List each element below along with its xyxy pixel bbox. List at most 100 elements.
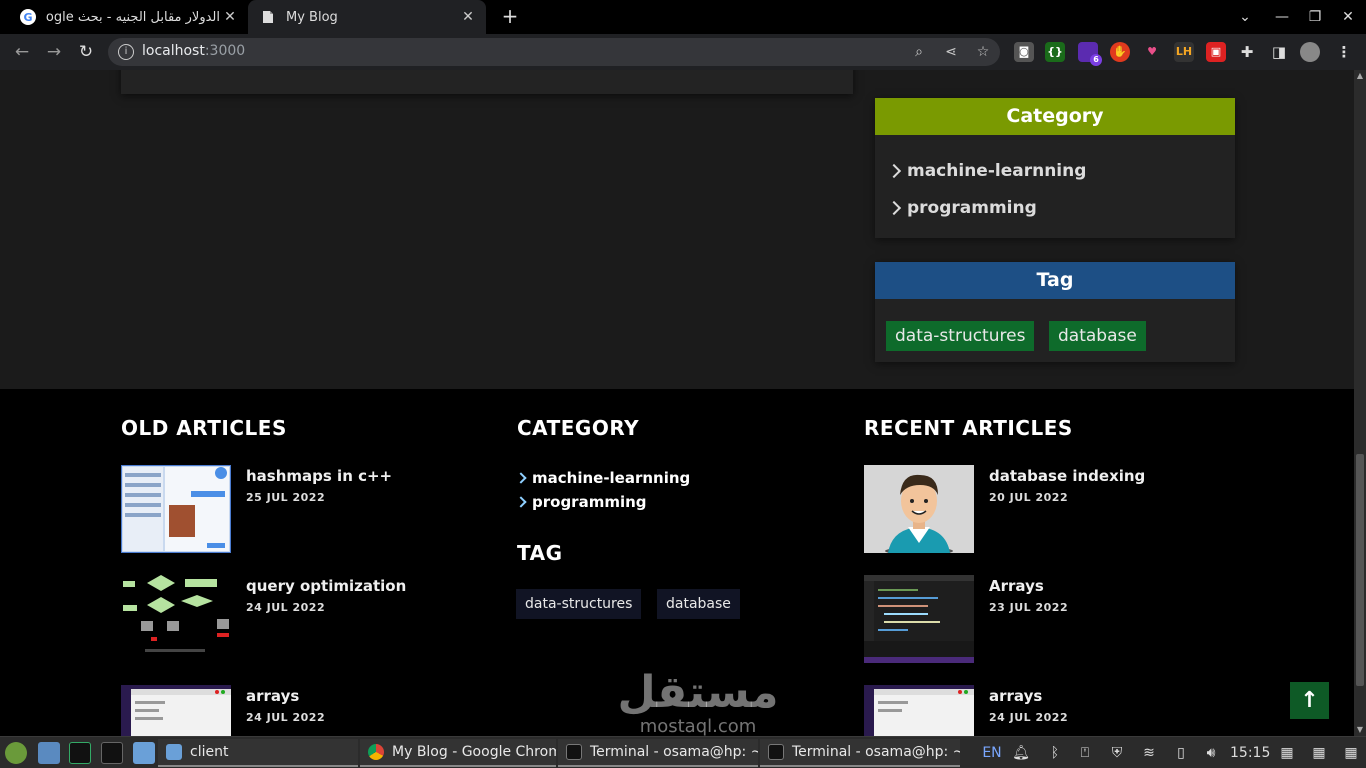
tab-title: My Blog [286,9,338,25]
mint-menu-icon[interactable] [5,742,27,764]
tab-title: الدولار مقابل الجنيه - بحث Google [46,9,220,25]
browser-tab-bar: G الدولار مقابل الجنيه - بحث Google ✕ My… [0,0,1366,34]
article-title[interactable]: Arrays [989,577,1044,595]
taskbar-window-chrome[interactable]: My Blog - Google Chrome [360,739,556,767]
new-tab-button[interactable]: + [498,4,522,28]
article-title[interactable]: arrays [989,687,1042,705]
category-link-label: machine-learnning [907,161,1087,181]
taskbar-window-terminal-2[interactable]: Terminal - osama@hp: ~/... [760,739,960,767]
heart-extension-icon[interactable]: ♥ [1142,42,1162,62]
update-manager-icon[interactable]: ⍞ [1074,742,1096,764]
footer-category-link-programming[interactable]: programming [515,493,647,511]
show-desktop-icon[interactable] [38,742,60,764]
article-date: 20 JUL 2022 [989,491,1069,504]
reload-icon[interactable]: ↻ [74,40,98,64]
battery-icon[interactable]: ▯ [1170,742,1192,764]
json-extension-icon[interactable]: {} [1045,42,1065,62]
site-footer: OLD ARTICLES CATEGORY RECENT ARTICLES ha… [0,389,1354,736]
terminal-launcher-icon[interactable] [101,742,123,764]
lighthouse-extension-icon[interactable]: LH [1174,42,1194,62]
tab-close-icon[interactable]: ✕ [458,9,478,25]
tab-my-blog[interactable]: My Blog ✕ [248,0,486,34]
scrollbar-thumb[interactable] [1356,454,1364,686]
article-date: 24 JUL 2022 [989,711,1069,724]
terminal-icon [768,744,784,760]
scroll-down-icon[interactable]: ▼ [1354,724,1366,736]
tag-pill-database[interactable]: database [1049,321,1146,351]
restore-button[interactable]: ❐ [1299,0,1331,34]
site-info-icon[interactable]: i [118,44,134,60]
minimize-button[interactable]: — [1266,0,1298,34]
wifi-icon[interactable]: ≋ [1138,742,1160,764]
back-to-top-button[interactable]: ↑ [1290,682,1329,719]
system-monitor-icon[interactable] [69,742,91,764]
extensions-puzzle-icon[interactable]: ✚ [1237,42,1257,62]
bluetooth-icon[interactable]: ᛒ [1044,742,1066,764]
notifications-bell-icon[interactable]: 🔔︎ [1010,742,1032,764]
tab-search-chevron-icon[interactable]: ⌄ [1229,0,1261,34]
taskbar-window-label: client [190,744,229,760]
puzzle-extension-icon[interactable]: 6 [1078,42,1102,66]
close-window-button[interactable]: ✕ [1332,0,1364,34]
clock[interactable]: 15:15 [1230,742,1270,764]
recent-article-item[interactable]: database indexing 20 JUL 2022 [864,465,1204,555]
article-title[interactable]: query optimization [246,577,406,595]
article-title[interactable]: database indexing [989,467,1145,485]
workspace-grid-icon[interactable]: ▦ [1340,742,1362,764]
article-thumbnail[interactable] [121,575,231,663]
back-arrow-icon[interactable]: ← [10,40,34,64]
category-widget: Category machine-learnning programming [875,98,1235,238]
article-title[interactable]: arrays [246,687,299,705]
camera-extension-icon[interactable]: ◙ [1014,42,1034,62]
scroll-up-icon[interactable]: ▲ [1354,70,1366,82]
tab-close-icon[interactable]: ✕ [220,9,240,25]
chevron-right-icon [515,496,527,508]
recent-article-item[interactable]: Arrays 23 JUL 2022 [864,575,1204,665]
old-article-item[interactable]: query optimization 24 JUL 2022 [121,575,461,665]
workspace-grid-icon[interactable]: ▦ [1276,742,1298,764]
tag-pill-data-structures[interactable]: data-structures [886,321,1035,351]
page-scrollbar[interactable]: ▲ ▼ [1354,70,1366,736]
profile-avatar[interactable] [1300,42,1320,62]
tab-google-search[interactable]: G الدولار مقابل الجنيه - بحث Google ✕ [8,0,248,34]
extension-badge: 6 [1090,54,1102,66]
page-content: Category machine-learnning programming T… [0,70,1354,736]
mostaql-watermark: مستقل mostaql.com [598,669,798,737]
recent-articles-heading: RECENT ARTICLES [864,416,1073,440]
workspace-grid-icon[interactable]: ▦ [1308,742,1330,764]
recent-article-item[interactable]: arrays 24 JUL 2022 [864,685,1204,736]
url-text[interactable]: localhost:3000 [142,43,245,59]
footer-tag-data-structures[interactable]: data-structures [516,589,642,619]
article-thumbnail[interactable] [121,685,231,736]
taskbar-window-client[interactable]: client [158,739,358,767]
watermark-latin: mostaql.com [639,716,757,737]
old-article-item[interactable]: arrays 24 JUL 2022 [121,685,461,736]
side-panel-icon[interactable]: ◨ [1269,42,1289,62]
shield-icon[interactable]: ⛨ [1106,742,1128,764]
taskbar-window-label: My Blog - Google Chrome [392,744,556,760]
ublock-extension-icon[interactable]: ▣ [1206,42,1226,62]
category-link-programming[interactable]: programming [886,198,1037,218]
files-launcher-icon[interactable] [133,742,155,764]
forward-arrow-icon[interactable]: → [42,40,66,64]
footer-category-link-machine-learning[interactable]: machine-learnning [515,469,690,487]
zoom-icon[interactable]: ⌕ [910,43,928,61]
article-thumbnail[interactable] [864,465,974,553]
bookmark-star-icon[interactable]: ☆ [974,43,992,61]
article-title[interactable]: hashmaps in c++ [246,467,392,485]
taskbar-window-terminal-1[interactable]: Terminal - osama@hp: ~/... [558,739,758,767]
footer-tag-database[interactable]: database [657,589,740,619]
article-thumbnail[interactable] [121,465,231,553]
adblock-extension-icon[interactable]: ✋ [1110,42,1130,62]
article-thumbnail[interactable] [864,575,974,663]
volume-icon[interactable]: 🔊︎ [1200,742,1222,764]
old-article-item[interactable]: hashmaps in c++ 25 JUL 2022 [121,465,461,555]
address-bar[interactable]: i localhost:3000 ⌕ ⋖ ☆ [108,38,1000,66]
category-link-machine-learning[interactable]: machine-learnning [886,161,1087,181]
article-date: 24 JUL 2022 [246,711,326,724]
keyboard-layout-indicator[interactable]: EN [980,742,1004,764]
article-thumbnail[interactable] [864,685,974,736]
taskbar-window-label: Terminal - osama@hp: ~/... [792,744,960,760]
share-icon[interactable]: ⋖ [942,43,960,61]
menu-kebab-icon[interactable]: ⋮ [1334,42,1354,62]
